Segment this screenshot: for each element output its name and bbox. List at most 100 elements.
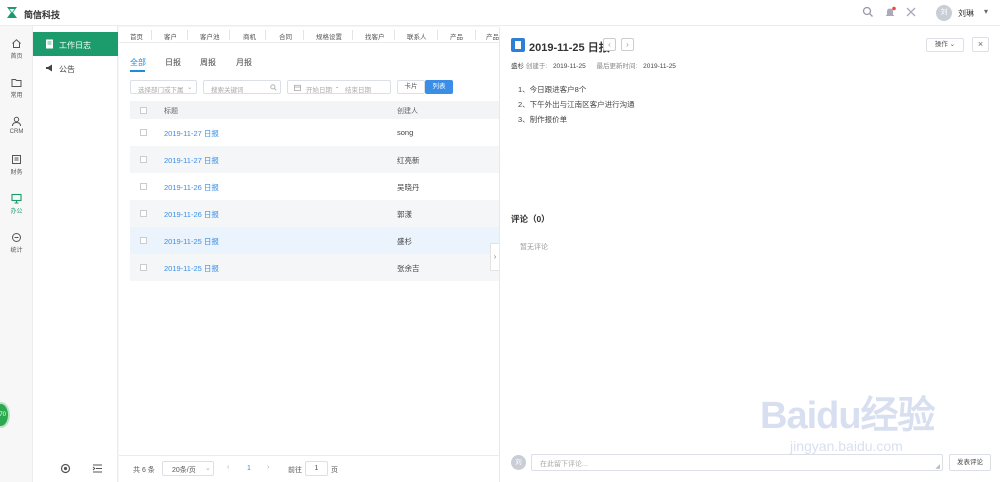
report-line: 1、今日跟进客户8个 bbox=[518, 85, 587, 94]
strip-tab[interactable]: 产品 bbox=[486, 31, 499, 41]
table-row[interactable]: 2019-11-27 日报 song bbox=[130, 119, 499, 146]
user-menu-caret-icon[interactable]: ▾ bbox=[984, 7, 988, 16]
page-size-select[interactable]: 20条/页 ⌄ bbox=[162, 461, 214, 476]
active-tab-indicator bbox=[130, 70, 145, 72]
chevron-down-icon: ⌄ bbox=[205, 465, 211, 472]
nav-stats[interactable]: 统计 bbox=[0, 232, 33, 268]
search-icon[interactable] bbox=[862, 6, 874, 18]
tab-monthly[interactable]: 月报 bbox=[236, 57, 252, 68]
total-count: 共 6 条 bbox=[133, 467, 155, 474]
user-avatar[interactable]: 刘 bbox=[936, 5, 952, 21]
strip-divider bbox=[352, 30, 353, 40]
chevron-right-icon: › bbox=[493, 252, 497, 261]
strip-tab[interactable]: 首页 bbox=[130, 31, 143, 41]
card-view-button[interactable]: 卡片 bbox=[397, 80, 425, 94]
strip-tab[interactable]: 找客户 bbox=[365, 31, 385, 41]
nav-crm[interactable]: CRM bbox=[0, 116, 33, 152]
tab-all[interactable]: 全部 bbox=[130, 57, 146, 68]
row-title-link[interactable]: 2019-11-26 日报 bbox=[164, 209, 219, 220]
settings-icon[interactable] bbox=[60, 463, 71, 474]
strip-tab[interactable]: 商机 bbox=[243, 31, 256, 41]
keyword-search-input[interactable]: 搜索关键词 bbox=[203, 80, 281, 94]
table-row[interactable]: 2019-11-26 日报 吴晓丹 bbox=[130, 173, 499, 200]
nav-label: CRM bbox=[9, 129, 24, 135]
daily-report-icon bbox=[511, 38, 525, 52]
operations-label: 操作 bbox=[934, 41, 948, 48]
close-icon: × bbox=[977, 39, 984, 49]
finance-icon bbox=[12, 155, 21, 164]
user-name[interactable]: 刘琳 bbox=[958, 8, 974, 19]
strip-divider bbox=[475, 30, 476, 40]
nav-label: 财务 bbox=[10, 170, 23, 176]
table-row-selected[interactable]: 2019-11-25 日报 盛杉 bbox=[130, 227, 499, 254]
table-row[interactable]: 2019-11-26 日报 郭漾 bbox=[130, 200, 499, 227]
row-title-link[interactable]: 2019-11-26 日报 bbox=[164, 182, 219, 193]
menu-collapse-icon[interactable] bbox=[92, 463, 103, 474]
shrink-icon[interactable] bbox=[905, 6, 917, 18]
strip-tab[interactable]: 合同 bbox=[279, 31, 292, 41]
row-checkbox[interactable] bbox=[140, 237, 147, 244]
comment-avatar: 刘 bbox=[511, 455, 526, 470]
close-button[interactable]: × bbox=[972, 37, 989, 52]
row-checkbox[interactable] bbox=[140, 156, 147, 163]
row-creator: 张余吉 bbox=[397, 264, 420, 273]
row-checkbox[interactable] bbox=[140, 129, 147, 136]
chevron-down-icon: ⌄ bbox=[187, 84, 193, 91]
page-size-value: 20条/页 bbox=[172, 467, 196, 474]
goto-page-input[interactable]: 1 bbox=[305, 461, 328, 476]
subnav-item-work-log[interactable]: 工作日志 bbox=[33, 32, 118, 56]
row-checkbox[interactable] bbox=[140, 264, 147, 271]
row-creator: 吴晓丹 bbox=[397, 183, 420, 192]
row-checkbox[interactable] bbox=[140, 183, 147, 190]
row-checkbox[interactable] bbox=[140, 210, 147, 217]
users-icon bbox=[12, 116, 21, 127]
nav-common[interactable]: 常用 bbox=[0, 77, 33, 113]
strip-tab[interactable]: 联系人 bbox=[407, 31, 427, 41]
strip-divider bbox=[303, 30, 304, 40]
search-icon bbox=[270, 84, 277, 91]
list-view-button[interactable]: 列表 bbox=[425, 80, 453, 94]
date-range-picker[interactable]: 开始日期 - 结束日期 bbox=[287, 80, 391, 94]
strip-divider bbox=[151, 30, 152, 40]
strip-tab[interactable]: 客户池 bbox=[200, 31, 220, 41]
subnav-item-notice[interactable]: 公告 bbox=[33, 56, 118, 80]
row-title-link[interactable]: 2019-11-25 日报 bbox=[164, 263, 219, 274]
row-creator: song bbox=[397, 128, 414, 137]
dept-placeholder: 选择部门或下属 bbox=[138, 87, 184, 94]
tab-weekly[interactable]: 周报 bbox=[200, 57, 216, 68]
table-row[interactable]: 2019-11-25 日报 张余吉 bbox=[130, 254, 499, 281]
prev-report-button[interactable]: ‹ bbox=[603, 38, 616, 51]
prev-page-icon[interactable]: ‹ bbox=[227, 464, 229, 471]
bell-icon[interactable] bbox=[884, 6, 896, 18]
nav-home[interactable]: 首页 bbox=[0, 38, 33, 74]
nav-label: 首页 bbox=[10, 54, 23, 60]
row-title-link[interactable]: 2019-11-27 日报 bbox=[164, 128, 219, 139]
row-title-link[interactable]: 2019-11-27 日报 bbox=[164, 155, 219, 166]
operations-dropdown[interactable]: 操作 ⌄ bbox=[926, 38, 964, 52]
row-title-link[interactable]: 2019-11-25 日报 bbox=[164, 236, 219, 247]
page-unit: 页 bbox=[331, 467, 338, 474]
table-row[interactable]: 2019-11-27 日报 红亮新 bbox=[130, 146, 499, 173]
page-number-current[interactable]: 1 bbox=[247, 465, 251, 472]
strip-tab[interactable]: 产品 bbox=[450, 31, 463, 41]
app-logo-icon bbox=[7, 7, 17, 18]
strip-divider bbox=[437, 30, 438, 40]
row-creator: 红亮新 bbox=[397, 156, 420, 165]
nav-office[interactable]: 办公 bbox=[0, 193, 33, 229]
strip-tab[interactable]: 客户 bbox=[164, 31, 177, 41]
comment-placeholder: 在此留下评论... bbox=[540, 461, 588, 468]
creator-name: 盛杉 bbox=[511, 63, 524, 70]
select-all-checkbox[interactable] bbox=[140, 107, 147, 114]
comment-input[interactable]: 在此留下评论... ◢ bbox=[531, 454, 943, 471]
sub-nav: 工作日志 公告 bbox=[33, 26, 118, 482]
chevron-down-icon: ⌄ bbox=[949, 41, 956, 48]
dept-select[interactable]: 选择部门或下属 ⌄ bbox=[130, 80, 197, 94]
strip-tab[interactable]: 规格设置 bbox=[316, 31, 342, 41]
resize-handle-icon[interactable]: ◢ bbox=[935, 463, 940, 470]
end-date-placeholder: 结束日期 bbox=[345, 87, 371, 94]
next-page-icon[interactable]: › bbox=[267, 464, 269, 471]
nav-finance[interactable]: 财务 bbox=[0, 154, 33, 190]
tab-daily[interactable]: 日报 bbox=[165, 57, 181, 68]
next-report-button[interactable]: › bbox=[621, 38, 634, 51]
submit-comment-button[interactable]: 发表评论 bbox=[949, 454, 991, 471]
